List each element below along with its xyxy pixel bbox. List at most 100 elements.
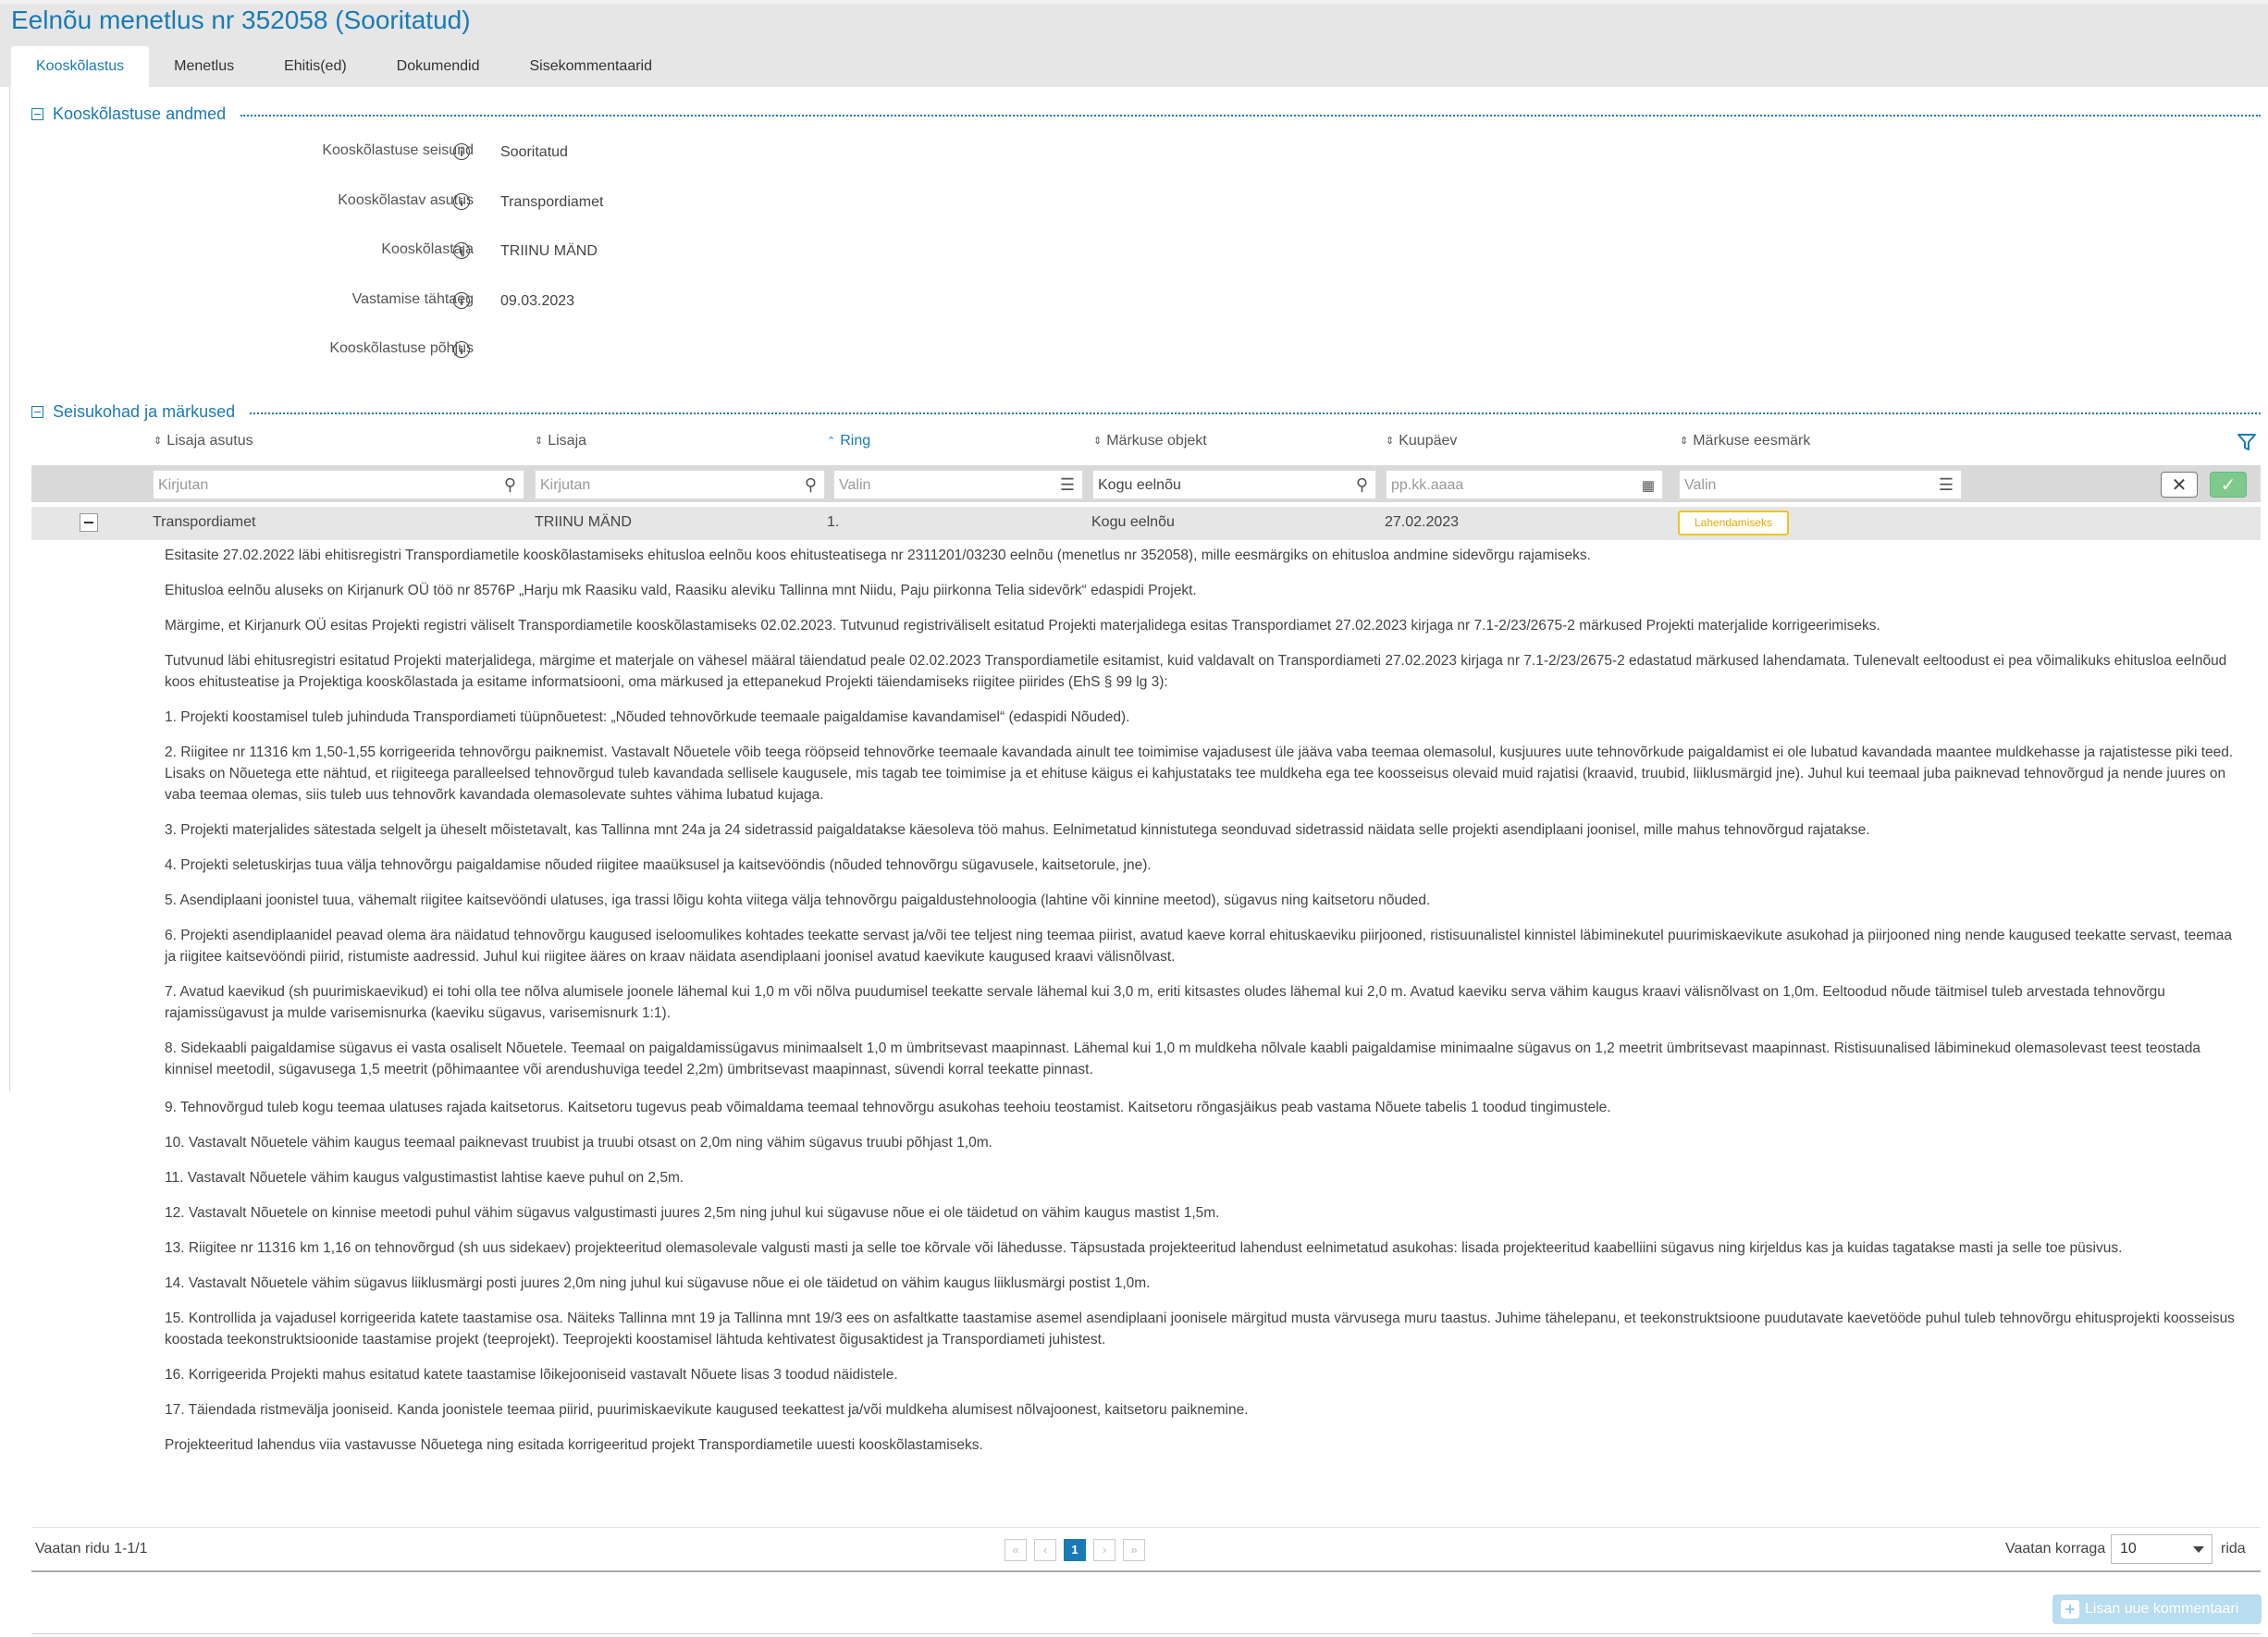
comment-paragraph: 15. Kontrollida ja vajadusel korrigeerid… — [165, 1311, 2235, 1348]
comment-paragraph: 10. Vastavalt Nõuetele vähim kaugus teem… — [165, 1135, 992, 1151]
search-icon[interactable]: ⚲ — [805, 475, 817, 495]
list-icon[interactable]: ☰ — [1060, 475, 1075, 495]
comment-paragraph: 11. Vastavalt Nõuetele vähim kaugus valg… — [165, 1170, 684, 1186]
row-lisaja: TRIINU MÄND — [535, 514, 632, 530]
add-comment-button[interactable]: + Lisan uue kommentaari — [2052, 1594, 2262, 1624]
comment-paragraph: 17. Täiendada ristmevälja jooniseid. Kan… — [165, 1402, 1249, 1418]
apply-filters-button[interactable]: ✓ — [2210, 472, 2247, 498]
pagination-page-1[interactable]: 1 — [1064, 1539, 1086, 1561]
section-divider — [250, 412, 2261, 414]
comment-paragraph: 5. Asendiplaani joonistel tuua, vähemalt… — [165, 892, 1431, 908]
footer-divider — [31, 1570, 2261, 1572]
field-value-kooskolastaja: TRIINU MÄND — [500, 243, 598, 259]
sort-arrows-icon: ⇕ — [154, 436, 163, 447]
column-header-asutus[interactable]: ⇕ Lisaja asutus — [154, 433, 253, 449]
tab-bar: Kooskõlastus Menetlus Ehitis(ed) Dokumen… — [11, 46, 677, 87]
column-header-ring[interactable]: ⌃ Ring — [827, 433, 870, 449]
pagination-first-button[interactable]: « — [1005, 1539, 1027, 1561]
plus-icon: + — [2061, 1600, 2079, 1619]
sort-arrows-icon: ⇕ — [1680, 436, 1689, 447]
sort-up-icon: ⌃ — [827, 436, 836, 447]
section-title: Seisukohad ja märkused — [53, 402, 236, 421]
pagination-prev-button[interactable]: ‹ — [1034, 1539, 1056, 1561]
column-header-objekt[interactable]: ⇕ Märkuse objekt — [1093, 433, 1207, 449]
row-kuupaev: 27.02.2023 — [1385, 514, 1460, 530]
per-page-suffix: rida — [2221, 1541, 2246, 1557]
info-icon[interactable]: i — [453, 292, 470, 309]
calendar-icon[interactable]: ▦ — [1642, 477, 1655, 494]
field-value-asutus: Transpordiamet — [500, 194, 604, 210]
row-objekt: Kogu eelnõu — [1091, 514, 1175, 530]
page-size-select[interactable]: 10 — [2111, 1534, 2213, 1564]
comment-paragraph: 13. Riigitee nr 11316 km 1,16 on tehnovõ… — [165, 1240, 2123, 1256]
comment-paragraph: 12. Vastavalt Nõuetele on kinnise meetod… — [165, 1205, 1220, 1221]
filter-asutus-input[interactable]: Kirjutan ⚲ — [153, 470, 524, 499]
pagination-next-button[interactable]: › — [1093, 1539, 1116, 1561]
filter-lisaja-input[interactable]: Kirjutan ⚲ — [535, 470, 825, 499]
footer-divider — [31, 1527, 2261, 1528]
filter-kuupaev-input[interactable]: pp.kk.aaaa ▦ — [1386, 470, 1663, 499]
info-icon[interactable]: i — [453, 143, 470, 160]
sort-arrows-icon: ⇕ — [1093, 436, 1103, 447]
sort-arrows-icon: ⇕ — [535, 436, 544, 447]
tab-dokumendid[interactable]: Dokumendid — [372, 46, 505, 87]
comment-paragraph: 1. Projekti koostamisel tuleb juhinduda … — [165, 709, 1130, 725]
row-asutus: Transpordiamet — [153, 514, 256, 530]
filter-ring-select[interactable]: Valin ☰ — [833, 470, 1083, 499]
comment-paragraph: Esitasite 27.02.2022 läbi ehitisregistri… — [165, 548, 1591, 563]
row-ring: 1. — [827, 514, 840, 530]
info-icon[interactable]: i — [453, 242, 470, 259]
section-seisukohad[interactable]: Seisukohad ja märkused — [31, 402, 235, 422]
comment-paragraph: 16. Korrigeerida Projekti mahus esitatud… — [165, 1367, 898, 1383]
collapse-row-button[interactable] — [80, 513, 98, 532]
clear-filters-button[interactable]: ✕ — [2161, 472, 2198, 498]
page-header: Eelnõu menetlus nr 352058 (Sooritatud) K… — [0, 0, 2268, 87]
collapse-icon[interactable] — [31, 108, 43, 120]
field-value-tahtaeg: 09.03.2023 — [500, 293, 575, 309]
tab-kooskolastus[interactable]: Kooskõlastus — [11, 46, 150, 87]
tab-menetlus[interactable]: Menetlus — [149, 46, 259, 87]
close-icon: ✕ — [2171, 475, 2188, 496]
pagination-last-button[interactable]: » — [1123, 1539, 1145, 1561]
page-title: Eelnõu menetlus nr 352058 (Sooritatud) — [11, 6, 471, 34]
column-header-kuupaev[interactable]: ⇕ Kuupäev — [1386, 433, 1457, 449]
column-header-lisaja[interactable]: ⇕ Lisaja — [535, 433, 586, 449]
bottom-divider — [31, 1633, 2261, 1634]
tab-ehitised[interactable]: Ehitis(ed) — [259, 46, 372, 87]
left-border-line — [9, 83, 10, 1091]
field-label-pohjus: Kooskõlastuse põhjus — [329, 340, 474, 356]
filter-objekt-input[interactable]: Kogu eelnõu ⚲ — [1092, 470, 1376, 499]
field-value-seisund: Sooritatud — [500, 144, 568, 160]
comment-paragraph: Projekteeritud lahendus viia vastavusse … — [165, 1437, 983, 1453]
comment-paragraph: 4. Projekti seletuskirjas tuua välja teh… — [165, 857, 1152, 873]
comment-paragraph: 8. Sidekaabli paigaldamise sügavus ei va… — [165, 1040, 2201, 1077]
list-icon[interactable]: ☰ — [1939, 475, 1954, 495]
filter-eesmark-select[interactable]: Valin ☰ — [1679, 470, 1962, 499]
chevron-down-icon — [2193, 1546, 2204, 1553]
comment-paragraph: 2. Riigitee nr 11316 km 1,50-1,55 korrig… — [165, 745, 2234, 803]
per-page-label: Vaatan korraga — [2005, 1541, 2106, 1557]
search-icon[interactable]: ⚲ — [504, 475, 516, 495]
section-kooskolastuse-andmed[interactable]: Kooskõlastuse andmed — [31, 105, 226, 124]
comment-paragraph: Tutvunud läbi ehitusregistri esitatud Pr… — [165, 653, 2227, 690]
comment-paragraph: 7. Avatud kaevikud (sh puurimiskaevikud)… — [165, 984, 2165, 1021]
sort-arrows-icon: ⇕ — [1386, 436, 1395, 447]
comment-paragraph: 6. Projekti asendiplaanidel peavad olema… — [165, 928, 2233, 965]
column-header-eesmark[interactable]: ⇕ Märkuse eesmärk — [1680, 433, 1810, 449]
comment-paragraph: Ehitusloa eelnõu aluseks on Kirjanurk OÜ… — [165, 583, 1197, 598]
comment-paragraph: 14. Vastavalt Nõuetele vähim sügavus lii… — [165, 1275, 1151, 1291]
info-icon[interactable]: i — [453, 193, 470, 210]
status-badge: Lahendamiseks — [1678, 511, 1789, 535]
section-divider — [240, 115, 2261, 117]
rows-info: Vaatan ridu 1-1/1 — [35, 1541, 148, 1557]
comment-paragraph: 3. Projekti materjalides sätestada selge… — [165, 822, 1870, 838]
section-title: Kooskõlastuse andmed — [53, 105, 227, 123]
check-icon: ✓ — [2220, 475, 2237, 496]
collapse-icon[interactable] — [31, 406, 43, 418]
search-icon[interactable]: ⚲ — [1356, 475, 1368, 495]
info-icon[interactable]: i — [453, 341, 470, 358]
tab-sisekommentaarid[interactable]: Sisekommentaarid — [505, 46, 678, 87]
comment-paragraph: 9. Tehnovõrgud tuleb kogu teemaa ulatuse… — [165, 1100, 1611, 1115]
comment-paragraph: Märgime, et Kirjanurk OÜ esitas Projekti… — [165, 618, 1880, 634]
filter-icon[interactable] — [2237, 432, 2257, 452]
